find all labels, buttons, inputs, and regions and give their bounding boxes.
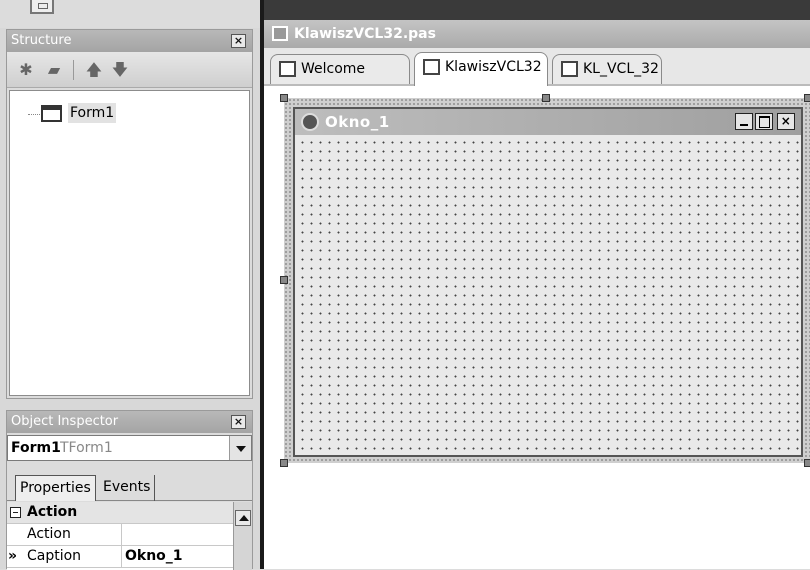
chevron-down-icon[interactable] <box>229 436 251 460</box>
property-name: Caption <box>27 548 82 564</box>
structure-caption: Structure × <box>7 30 252 52</box>
tab-welcome-page[interactable]: Welcome Page <box>270 54 410 105</box>
object-inspector-panel: Object Inspector × Form1 TForm1 Properti… <box>6 410 253 570</box>
inspector-tabs: Properties Events <box>7 471 252 501</box>
row-pointer-icon: » <box>8 548 18 564</box>
minimize-icon[interactable] <box>735 113 753 130</box>
resize-handle[interactable] <box>804 94 810 102</box>
home-icon <box>279 61 296 77</box>
tab-klawiszvcl32[interactable]: KlawiszVCL32 <box>414 52 548 86</box>
resize-handle[interactable] <box>280 276 288 284</box>
collapse-icon[interactable] <box>10 507 21 518</box>
resize-handle[interactable] <box>280 459 288 467</box>
tree-node-form1[interactable]: Form1 <box>68 103 117 123</box>
unit-form-icon <box>423 59 440 75</box>
inspector-scrollbar[interactable] <box>233 502 252 570</box>
tab-kl-vcl-32[interactable]: KL_VCL_32 <box>552 54 662 84</box>
form-designer: Okno_1 × <box>264 88 810 569</box>
maximize-icon[interactable] <box>755 113 773 130</box>
structure-title: Structure <box>11 33 72 48</box>
form-caption-bar[interactable]: Okno_1 × <box>295 109 801 135</box>
form-okno-1[interactable]: Okno_1 × <box>293 107 803 457</box>
property-value[interactable] <box>121 524 233 545</box>
property-row-selected[interactable]: » Caption Okno_1 <box>7 546 233 568</box>
delete-item-icon[interactable]: ▰ <box>43 61 65 79</box>
property-value[interactable]: Okno_1 <box>121 546 233 567</box>
resize-handle[interactable] <box>542 94 550 102</box>
resize-handle[interactable] <box>280 94 288 102</box>
form-caption: Okno_1 <box>325 113 390 131</box>
property-row[interactable]: Action <box>7 524 233 546</box>
structure-close-icon[interactable]: × <box>231 34 246 48</box>
object-name: Form1 <box>11 440 61 456</box>
editor-tabs: Welcome Page KlawiszVCL32 KL_VCL_32 <box>264 48 810 105</box>
tab-label: KlawiszVCL32 <box>445 59 542 75</box>
move-down-icon[interactable]: 🡇 <box>109 61 131 79</box>
inspector-close-icon[interactable]: × <box>231 415 246 429</box>
new-item-icon[interactable]: ✱ <box>15 61 37 79</box>
inspector-caption: Object Inspector × <box>7 411 252 433</box>
structure-panel: Structure × ✱ ▰ 🡅 🡇 Form1 <box>6 29 253 399</box>
inspector-title: Object Inspector <box>11 414 119 429</box>
scroll-up-icon[interactable] <box>235 510 251 526</box>
move-up-icon[interactable]: 🡅 <box>83 61 105 79</box>
property-name: Action <box>27 526 71 542</box>
property-category-name: Action <box>27 504 78 520</box>
structure-tree: Form1 <box>9 90 250 396</box>
resize-handle[interactable] <box>804 459 810 467</box>
property-category-row[interactable]: Action <box>7 502 233 524</box>
close-icon[interactable]: × <box>777 113 795 130</box>
tab-properties[interactable]: Properties <box>15 475 96 501</box>
editor-title-bar: KlawiszVCL32.pas <box>264 20 810 48</box>
tab-label: KL_VCL_32 <box>583 61 659 77</box>
toolbar-divider <box>73 60 74 80</box>
editor-title: KlawiszVCL32.pas <box>294 26 436 42</box>
form-node-icon <box>41 105 62 122</box>
tree-connector <box>28 114 40 115</box>
editor-top-band <box>264 0 810 20</box>
tab-events[interactable]: Events <box>99 475 156 501</box>
form-app-icon <box>301 113 319 131</box>
editor-area: KlawiszVCL32.pas Welcome Page KlawiszVCL… <box>264 0 810 569</box>
property-grid: Action Action » Caption Okno_1 <box>7 502 233 570</box>
structure-toolbar: ✱ ▰ 🡅 🡇 <box>7 52 252 88</box>
project-icon <box>561 61 578 77</box>
object-selector[interactable]: Form1 TForm1 <box>7 435 252 461</box>
dock-layout-icon[interactable] <box>30 0 54 14</box>
unit-file-icon <box>272 26 288 41</box>
object-type: TForm1 <box>60 440 113 456</box>
dock-top-strip <box>0 0 260 28</box>
